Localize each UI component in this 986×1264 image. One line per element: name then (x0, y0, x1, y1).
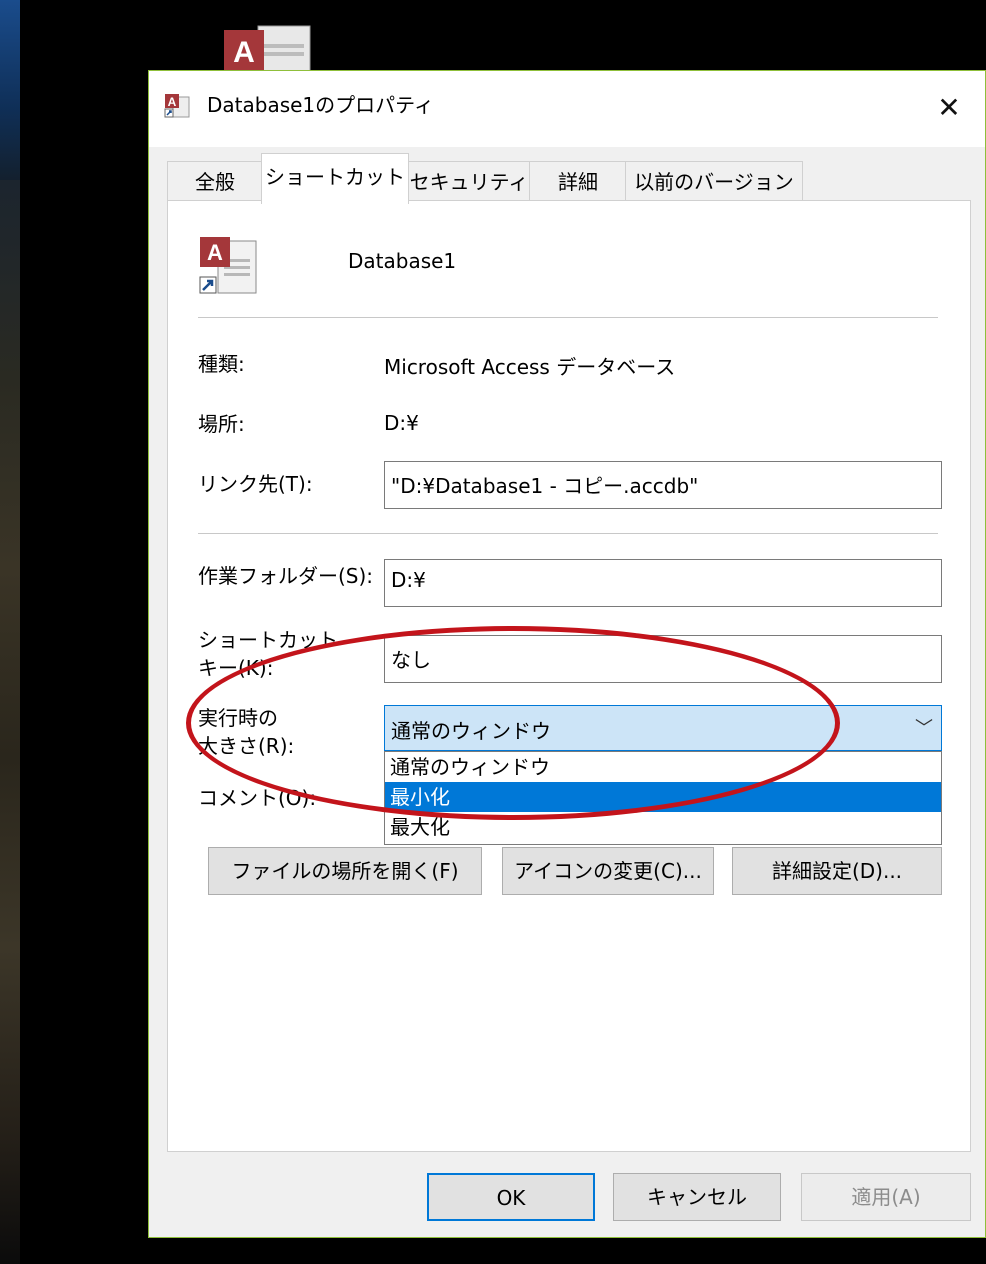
workdir-label: 作業フォルダー(S): (198, 564, 374, 588)
access-file-icon[interactable]: A (218, 22, 314, 74)
svg-text:A: A (233, 36, 255, 69)
svg-text:A: A (207, 240, 223, 265)
option-maximized[interactable]: 最大化 (385, 812, 941, 842)
workdir-field[interactable]: D:¥ (384, 559, 942, 607)
type-label: 種類: (198, 352, 245, 376)
access-shortcut-icon: A (164, 94, 190, 118)
target-field[interactable]: "D:¥Database1 - コピー.accdb" (384, 461, 942, 509)
run-size-dropdown-list: 通常のウィンドウ 最小化 最大化 (384, 751, 942, 845)
properties-dialog: A Database1のプロパティ ✕ 全般 ショートカット セキュリティ 詳細… (148, 70, 986, 1238)
cancel-button[interactable]: キャンセル (613, 1173, 781, 1221)
chevron-down-icon: ﹀ (915, 718, 933, 739)
apply-button[interactable]: 適用(A) (801, 1173, 971, 1221)
comment-label: コメント(O): (198, 786, 317, 810)
svg-text:A: A (168, 95, 177, 109)
type-value: Microsoft Access データベース (384, 355, 676, 379)
tab-security[interactable]: セキュリティ (407, 161, 531, 202)
option-normal-window[interactable]: 通常のウィンドウ (385, 752, 941, 782)
run-size-label-line1: 実行時の (198, 706, 278, 730)
tab-previous-versions[interactable]: 以前のバージョン (625, 161, 803, 202)
tab-details[interactable]: 詳細 (529, 161, 627, 202)
divider (198, 317, 938, 318)
hotkey-field[interactable]: なし (384, 635, 942, 683)
tab-general[interactable]: 全般 (167, 161, 263, 202)
desktop-wallpaper-sky (0, 0, 20, 180)
tab-shortcut[interactable]: ショートカット (261, 153, 409, 204)
close-button[interactable]: ✕ (913, 71, 985, 143)
location-label: 場所: (198, 412, 245, 436)
shortcut-name: Database1 (348, 249, 457, 273)
ok-button[interactable]: OK (427, 1173, 595, 1221)
hotkey-label-line2: キー(K): (198, 656, 274, 680)
change-icon-button[interactable]: アイコンの変更(C)... (502, 847, 714, 895)
location-value: D:¥ (384, 411, 419, 435)
access-database-icon: A (199, 237, 257, 294)
advanced-button[interactable]: 詳細設定(D)... (732, 847, 942, 895)
target-label: リンク先(T): (198, 472, 313, 496)
open-file-location-button[interactable]: ファイルの場所を開く(F) (208, 847, 482, 895)
desktop-wallpaper-strip (0, 0, 20, 1264)
hotkey-label-line1: ショートカット (198, 628, 338, 652)
run-size-select[interactable]: 通常のウィンドウ ﹀ (384, 705, 942, 751)
divider (198, 533, 938, 534)
close-icon: ✕ (937, 90, 961, 124)
run-size-selected-value: 通常のウィンドウ (391, 719, 551, 743)
option-minimized[interactable]: 最小化 (385, 782, 941, 812)
run-size-label-line2: 大きさ(R): (198, 734, 295, 758)
shortcut-panel: A Database1 種類: Microsoft Access データベース … (167, 200, 971, 1152)
window-title: Database1のプロパティ (207, 93, 434, 117)
title-bar: A Database1のプロパティ ✕ (149, 71, 985, 147)
